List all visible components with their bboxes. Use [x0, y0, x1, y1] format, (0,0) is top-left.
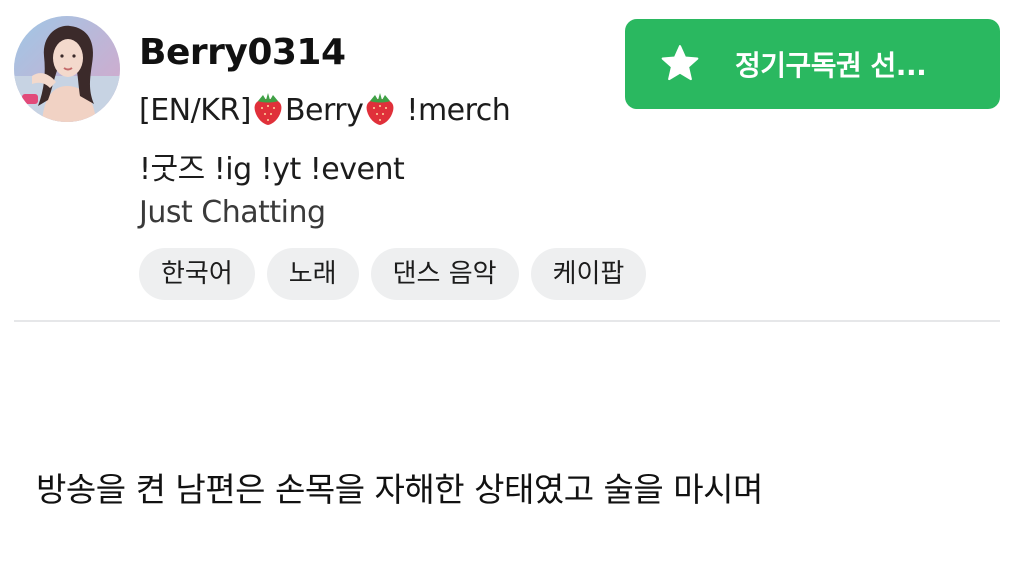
- subscription-button[interactable]: 정기구독권 선...: [625, 19, 1000, 109]
- tag-kpop[interactable]: 케이팝: [530, 248, 647, 300]
- tag-list: 한국어 노래 댄스 음악 케이팝: [139, 248, 647, 300]
- title-prefix: [EN/KR]: [139, 93, 251, 128]
- tag-korean[interactable]: 한국어: [139, 248, 255, 300]
- stream-category[interactable]: Just Chatting: [139, 195, 326, 230]
- avatar[interactable]: [14, 16, 120, 122]
- title-name: Berry: [284, 93, 364, 128]
- avatar-image: [14, 16, 120, 122]
- stream-info-page: Berry0314 [EN/KR] Berry !merch !굿즈 !ig !…: [0, 0, 1014, 572]
- stream-title-line-2: !굿즈 !ig !yt !event: [139, 152, 405, 187]
- stream-title-line-1: [EN/KR] Berry !merch: [139, 90, 511, 128]
- strawberry-icon: [254, 93, 282, 125]
- caption-text: 방송을 켠 남편은 손목을 자해한 상태였고 술을 마시며: [36, 470, 763, 509]
- divider: [14, 320, 1000, 322]
- channel-name[interactable]: Berry0314: [139, 32, 346, 73]
- subscription-button-label: 정기구독권 선...: [735, 49, 927, 82]
- strawberry-icon: [366, 93, 394, 125]
- tag-singing[interactable]: 노래: [266, 248, 359, 300]
- tag-dance-music[interactable]: 댄스 음악: [370, 248, 519, 300]
- star-icon: [661, 45, 699, 81]
- title-suffix: !merch: [397, 93, 511, 128]
